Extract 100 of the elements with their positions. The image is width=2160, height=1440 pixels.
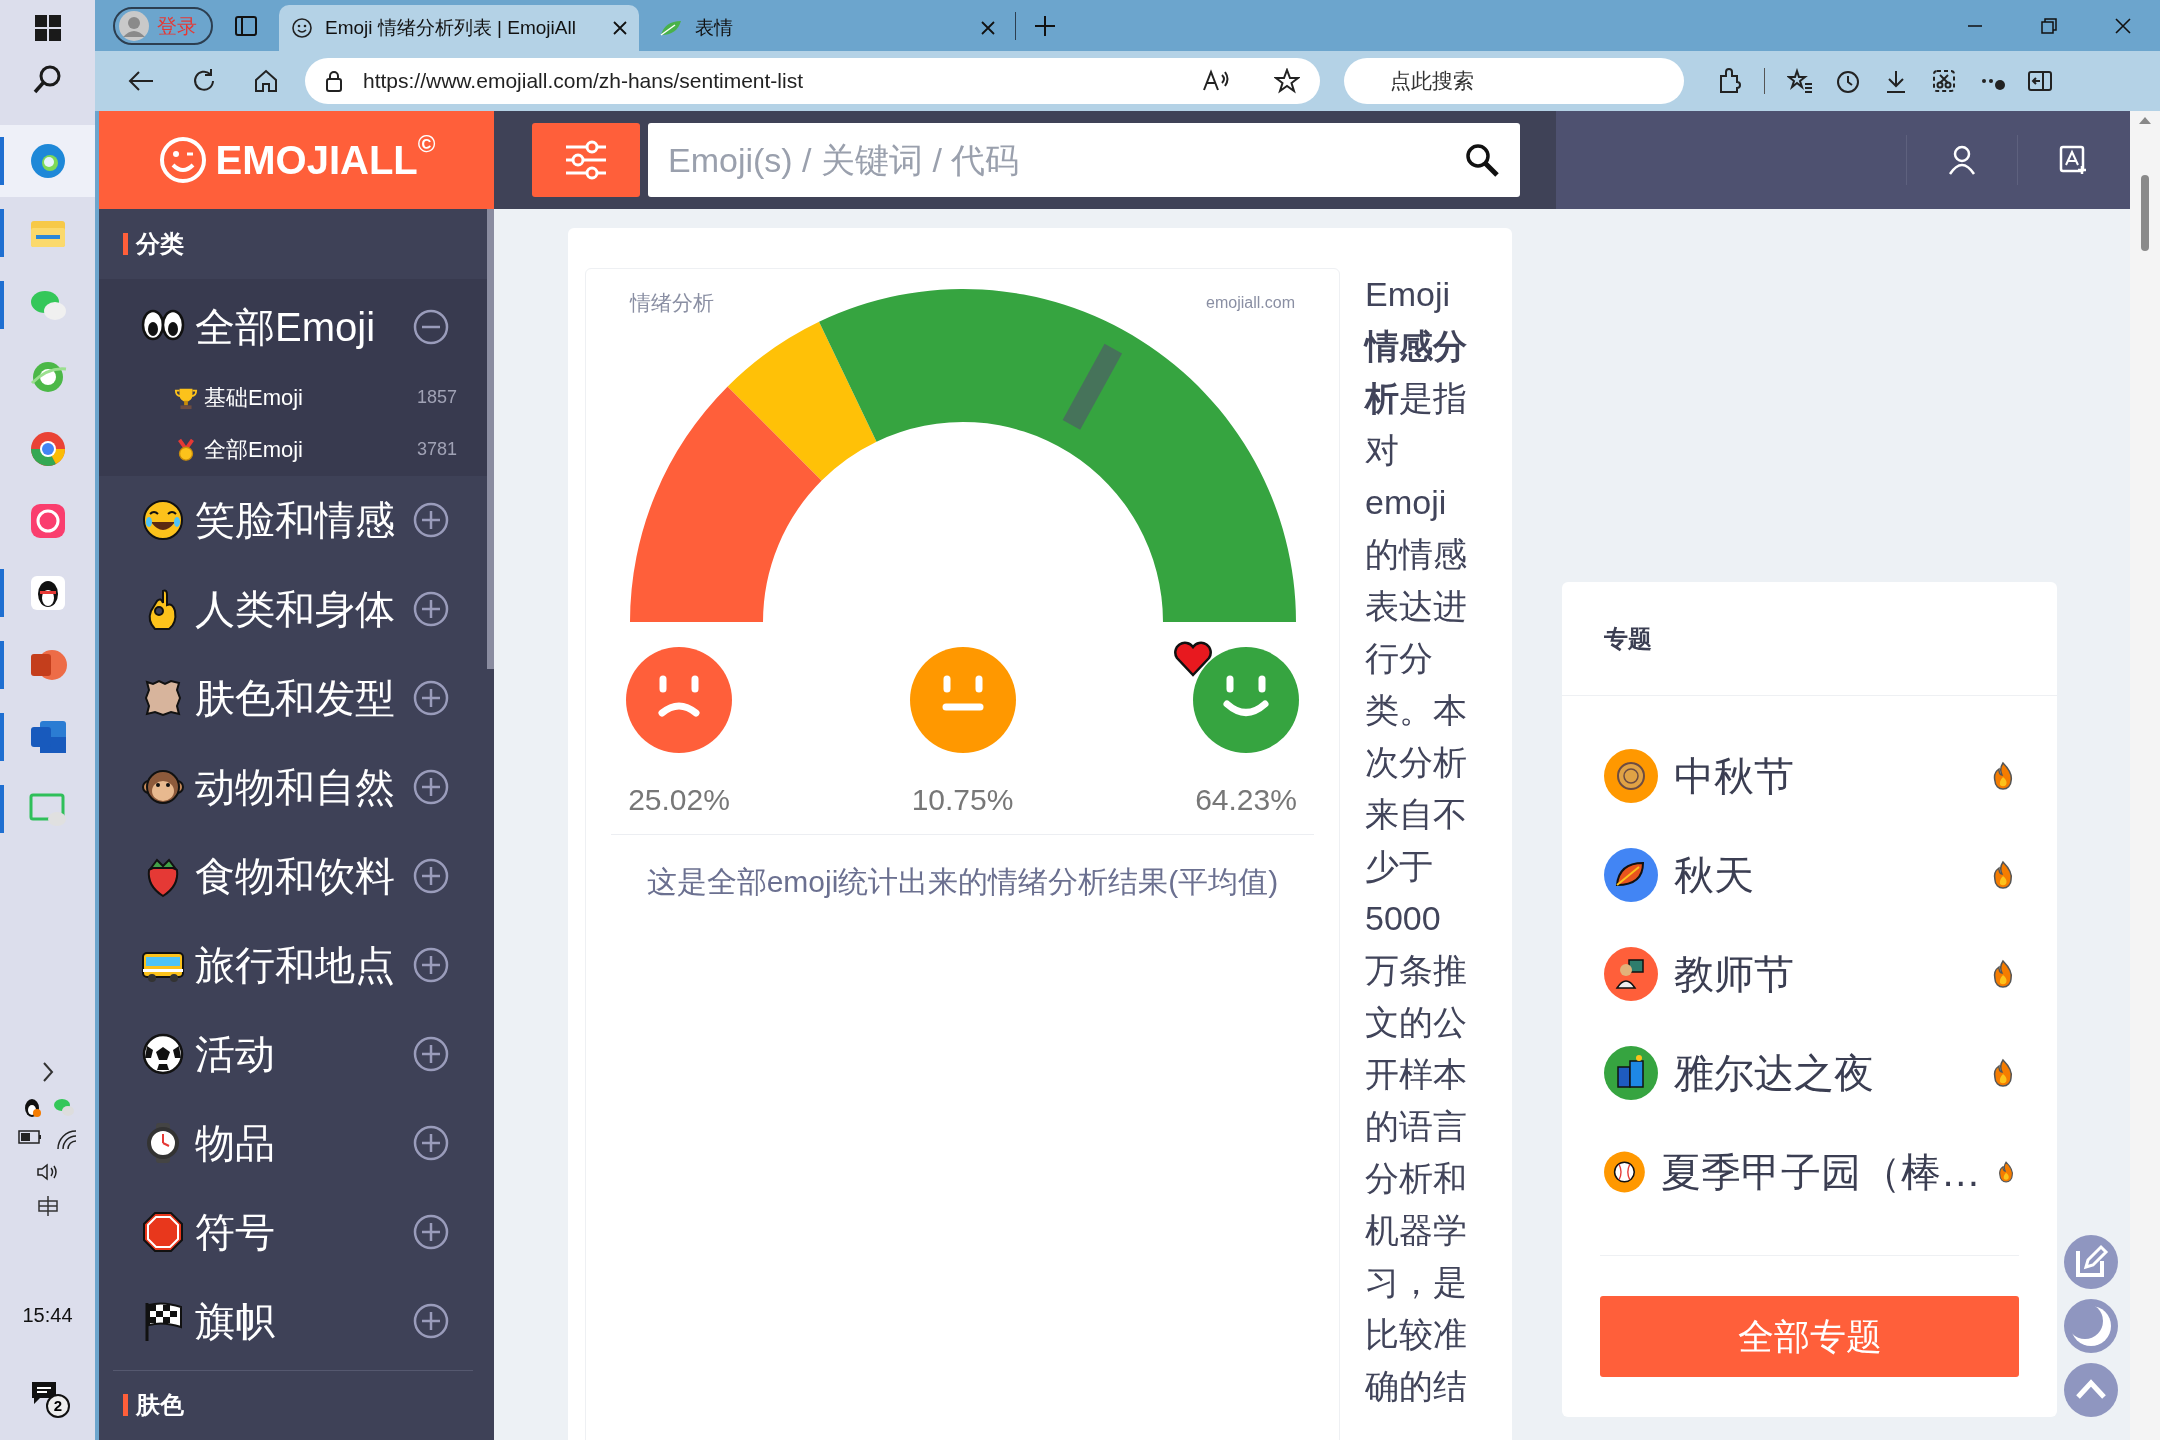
category-item[interactable]: 符号 (99, 1187, 487, 1277)
category-label: 动物和自然 (195, 764, 396, 812)
copyright-mark: © (417, 132, 436, 156)
scissors-icon[interactable] (1931, 68, 1957, 94)
category-item[interactable]: 活动 (99, 1009, 487, 1099)
new-tab-icon[interactable] (1034, 14, 1056, 37)
edit-icon[interactable] (2064, 1235, 2118, 1289)
close-icon[interactable] (2114, 16, 2132, 35)
category-item[interactable]: 旗帜 (99, 1276, 487, 1366)
sidebar-toggle-icon[interactable] (2027, 68, 2053, 94)
flame-icon (1991, 1057, 2015, 1088)
laughing-face-icon (141, 498, 185, 543)
topic-item[interactable]: 教师节 (1604, 924, 2015, 1023)
battery-icon[interactable] (17, 1130, 42, 1144)
expand-icon[interactable] (413, 769, 449, 806)
close-icon[interactable] (981, 21, 995, 35)
subcategory-label: 基础Emoji (204, 384, 304, 413)
panel-title: 专题 (1604, 623, 1652, 654)
soccer-ball-icon (141, 1032, 185, 1077)
negative-face-icon (626, 646, 732, 753)
filter-button[interactable] (532, 123, 640, 197)
speaker-icon[interactable] (35, 1162, 60, 1182)
url-text: https://www.emojiall.com/zh-hans/sentiment-list (363, 68, 804, 95)
search-bar[interactable]: 点此搜索 (1344, 58, 1684, 104)
category-item[interactable]: 肤色和发型 (99, 653, 487, 743)
favorites-list-icon[interactable] (1787, 68, 1813, 94)
topic-label: 教师节 (1674, 950, 1795, 998)
collapse-icon[interactable] (413, 309, 449, 346)
chevron-right-icon[interactable] (40, 1060, 55, 1084)
topic-item[interactable]: 雅尔达之夜 (1604, 1023, 2015, 1122)
accent-bar (123, 232, 128, 255)
category-label: 旅行和地点 (195, 942, 396, 990)
browser-tab[interactable]: Emoji 情绪分析列表 | EmojiAll (279, 5, 639, 51)
stop-sign-icon (141, 1210, 185, 1255)
expand-icon[interactable] (413, 502, 449, 539)
topic-label: 雅尔达之夜 (1674, 1049, 1875, 1097)
positive-face-icon (1193, 646, 1299, 753)
back-icon[interactable] (127, 69, 155, 93)
browser-tab[interactable]: 表情 (647, 5, 1007, 51)
wifi-icon[interactable] (55, 1130, 78, 1150)
topic-item[interactable]: 秋天 (1604, 825, 2015, 924)
tab-title: 表情 (695, 15, 734, 40)
user-icon[interactable] (1947, 144, 1977, 176)
category-label: 物品 (195, 1120, 276, 1168)
category-item[interactable]: 动物和自然 (99, 742, 487, 832)
read-aloud-icon[interactable] (1202, 69, 1230, 93)
topic-label: 中秋节 (1674, 752, 1795, 800)
expand-icon[interactable] (413, 947, 449, 984)
notification-button[interactable]: 2 (30, 1380, 70, 1420)
search-bar[interactable]: Emoji(s) / 关键词 / 代码 (648, 123, 1520, 197)
expand-icon[interactable] (413, 858, 449, 895)
subcategory-item[interactable]: 全部Emoji 3781 (99, 423, 487, 476)
home-icon[interactable] (253, 68, 279, 94)
site-label: emojiall.com (1206, 293, 1295, 313)
category-item[interactable]: 笑脸和情感 (99, 475, 487, 565)
category-label: 活动 (195, 1031, 276, 1079)
scroll-up-icon[interactable] (2138, 115, 2152, 125)
category-item[interactable]: 旅行和地点 (99, 920, 487, 1010)
expand-icon[interactable] (413, 591, 449, 628)
scrollbar-thumb[interactable] (487, 209, 494, 669)
heart-icon (1173, 640, 1213, 677)
category-label: 笑脸和情感 (195, 497, 396, 545)
neutral-face-icon (909, 646, 1016, 753)
refresh-icon[interactable] (191, 68, 217, 94)
expand-icon[interactable] (413, 1125, 449, 1162)
moon-icon[interactable] (2064, 1299, 2118, 1353)
topic-item[interactable]: 夏季甲子园（棒… (1604, 1122, 2015, 1221)
topic-label: 夏季甲子园（棒… (1660, 1148, 1981, 1196)
search-input[interactable]: 点此搜索 (1390, 65, 1661, 97)
expand-icon[interactable] (413, 1303, 449, 1340)
subcategory-label: 全部Emoji (204, 436, 304, 465)
section-heading: 分类 (136, 228, 184, 259)
lock-icon (325, 70, 343, 92)
chart-title: 情绪分析 (630, 290, 714, 316)
category-item[interactable]: 全部Emoji (99, 282, 487, 372)
chart-caption: 这是全部emoji统计出来的情绪分析结果(平均值) (645, 863, 1280, 900)
search-input[interactable]: Emoji(s) / 关键词 / 代码 (668, 134, 1464, 186)
category-label: 人类和身体 (195, 586, 396, 634)
expand-icon[interactable] (413, 1214, 449, 1251)
expand-icon[interactable] (413, 680, 449, 717)
subcategory-item[interactable]: 基础Emoji 1857 (99, 371, 487, 424)
category-label: 食物和饮料 (195, 853, 396, 901)
flame-icon (1991, 859, 2015, 890)
start-icon[interactable] (34, 15, 61, 41)
star-icon[interactable] (1274, 68, 1300, 94)
category-item[interactable]: 人类和身体 (99, 564, 487, 654)
input-method-icon[interactable] (35, 1194, 60, 1218)
history-icon[interactable] (1835, 68, 1861, 94)
category-item[interactable]: 物品 (99, 1098, 487, 1188)
clock-text[interactable]: 15:44 (22, 1300, 73, 1330)
close-icon[interactable] (613, 21, 627, 35)
address-bar[interactable]: https://www.emojiall.com/zh-hans/sentiment-list (305, 58, 1320, 104)
scrollbar-thumb[interactable] (2141, 175, 2149, 251)
restore-icon[interactable] (2040, 16, 2058, 35)
category-item[interactable]: 食物和饮料 (99, 831, 487, 921)
tab-panel-icon[interactable] (235, 15, 257, 36)
percent-value: 10.75% (911, 781, 1014, 818)
expand-icon[interactable] (413, 1036, 449, 1073)
back-to-top-icon[interactable] (2064, 1363, 2118, 1417)
topic-item[interactable]: 中秋节 (1604, 726, 2015, 825)
